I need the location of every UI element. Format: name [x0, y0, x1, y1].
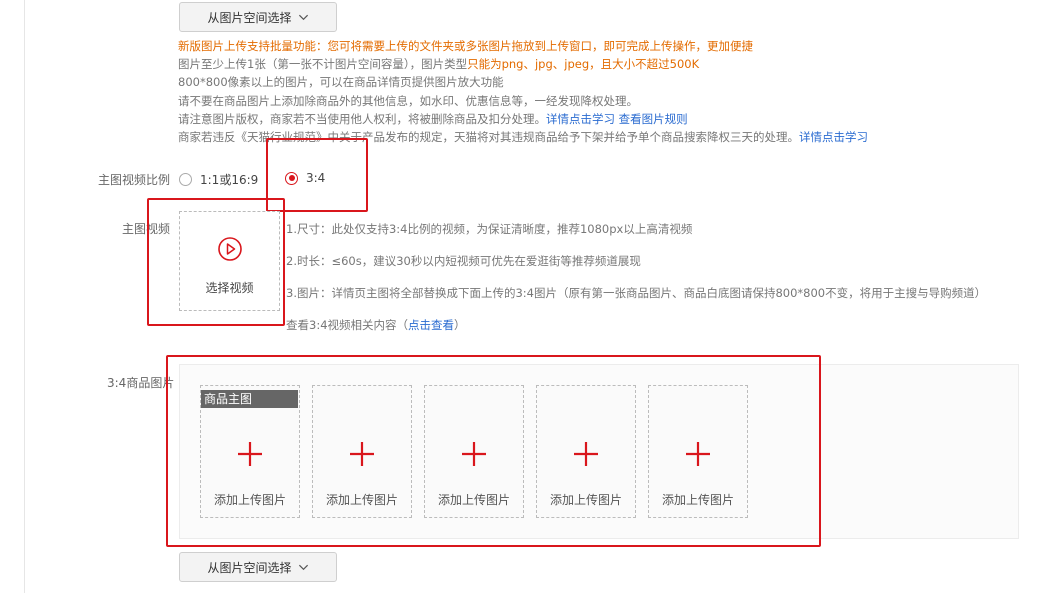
add-image-label: 添加上传图片 [437, 493, 510, 507]
select-button-label: 从图片空间选择 [207, 560, 292, 575]
note-no-extra-info: 请不要在商品图片上添加除商品外的其他信息，如水印、优惠信息等，一经发现降权处理。 [178, 93, 638, 108]
main-video-label: 主图视频 [122, 222, 171, 236]
note-copyright: 请注意图片版权，商家若不当使用他人权利，将被删除商品及扣分处理。详情点击学习 查… [178, 111, 688, 126]
select-video-button[interactable]: 选择视频 [179, 211, 280, 311]
chevron-down-icon [298, 14, 308, 20]
plus-icon [574, 442, 598, 466]
video-ratio-label: 主图视频比例 [98, 173, 171, 187]
note-rules-violation: 商家若违反《天猫行业规范》中关于产品发布的规定，天猫将对其违规商品给予下架并给予… [178, 130, 868, 145]
radio-circle-checked[interactable] [285, 171, 298, 185]
plus-icon [350, 442, 374, 466]
radio-circle[interactable] [179, 173, 192, 186]
add-image-label: 添加上传图片 [549, 493, 622, 507]
note-image-requirements: 图片至少上传1张（第一张不计图片空间容量），图片类型只能为png、jpg、jpe… [178, 57, 700, 72]
ratio-option-3-4[interactable]: 3:4 [285, 171, 325, 185]
play-circle-icon [218, 237, 242, 261]
plus-icon [686, 442, 710, 466]
image-slot-5[interactable]: 添加上传图片 [648, 385, 748, 518]
learn-more-link-2[interactable]: 详情点击学习 [799, 130, 868, 144]
image-slot-4[interactable]: 添加上传图片 [536, 385, 636, 518]
ratio-option-1-1-or-16-9[interactable]: 1:1或16:9 [179, 171, 258, 188]
video-info-duration: 2.时长：≤60s，建议30秒以内短视频可优先在爱逛街等推荐频道展现 [286, 254, 641, 268]
select-video-label: 选择视频 [205, 281, 254, 295]
learn-more-link[interactable]: 详情点击学习 [546, 112, 615, 126]
add-image-label: 添加上传图片 [325, 493, 398, 507]
product-images-3-4-label: 3:4商品图片 [107, 376, 175, 390]
plus-icon [462, 442, 486, 466]
chevron-down-icon [298, 564, 308, 570]
add-image-label: 添加上传图片 [213, 493, 286, 507]
video-info-more: 查看3:4视频相关内容（点击查看） [286, 318, 466, 332]
image-slot-3[interactable]: 添加上传图片 [424, 385, 524, 518]
video-info-images: 3.图片：详情页主图将全部替换成下面上传的3:4图片（原有第一张商品图片、商品白… [286, 286, 987, 300]
left-border-line [24, 0, 25, 593]
video-info-size: 1.尺寸：此处仅支持3:4比例的视频，为保证清晰度，推荐1080px以上高清视频 [286, 222, 693, 236]
click-to-view-link[interactable]: 点击查看 [408, 318, 454, 332]
upload-notes: 新版图片上传支持批量功能：您可将需要上传的文件夹或多张图片拖放到上传窗口，即可完… [178, 37, 1018, 146]
image-slot-2[interactable]: 添加上传图片 [312, 385, 412, 518]
plus-icon [238, 442, 262, 466]
select-button-label: 从图片空间选择 [207, 10, 292, 25]
note-batch-upload: 新版图片上传支持批量功能：您可将需要上传的文件夹或多张图片拖放到上传窗口，即可完… [178, 39, 753, 53]
note-image-size: 800*800像素以上的图片，可以在商品详情页提供图片放大功能 [178, 75, 504, 90]
select-from-image-space-button[interactable]: 从图片空间选择 [179, 2, 337, 32]
image-slot-1[interactable]: 商品主图 添加上传图片 [200, 385, 300, 518]
main-image-tag: 商品主图 [201, 390, 298, 408]
view-image-rules-link[interactable]: 查看图片规则 [619, 112, 688, 126]
add-image-label: 添加上传图片 [661, 493, 734, 507]
select-from-image-space-button-bottom[interactable]: 从图片空间选择 [179, 552, 337, 582]
